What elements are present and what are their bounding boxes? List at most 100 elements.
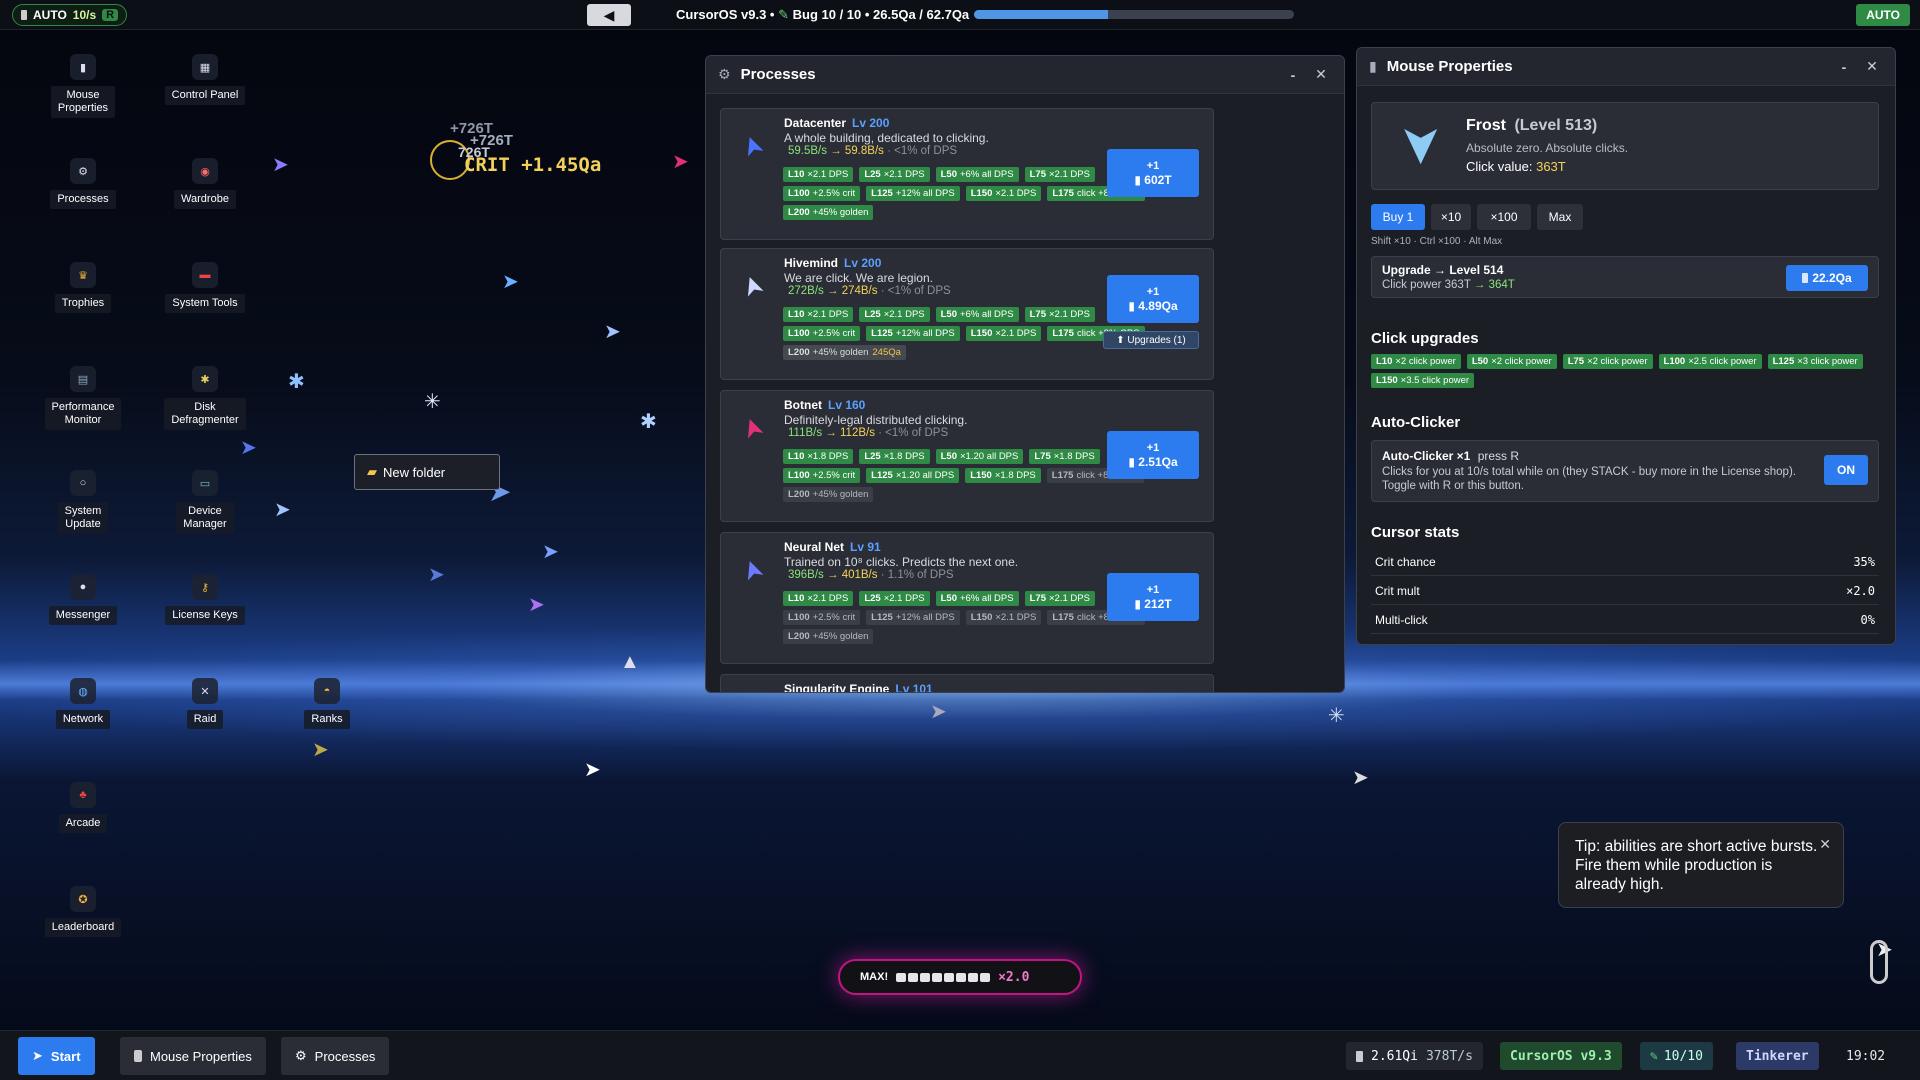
click-upgrade-tag: L75 ×2 click power — [1562, 354, 1653, 369]
buy-100-button[interactable]: ×100 — [1477, 204, 1531, 230]
process-name: Singularity Engine Lv 101 — [784, 682, 933, 692]
puzzle-icon: ✱ — [192, 366, 218, 392]
start-button[interactable]: ➤ Start — [18, 1037, 95, 1075]
cursor-sprite-icon: ➤ — [604, 321, 621, 343]
desktop-icon-ranks[interactable]: ◓ Ranks — [282, 678, 372, 729]
upgrade-buy-button[interactable]: 22.2Qa — [1786, 265, 1868, 291]
trophy-icon: ♛ — [70, 262, 96, 288]
process-upgrades-button[interactable]: ⬆ Upgrades (1) — [1103, 331, 1199, 349]
joystick-icon: ♣ — [70, 782, 96, 808]
process-description: We are click. We are legion. — [784, 271, 933, 285]
minimize-button[interactable]: - — [1282, 67, 1304, 83]
cash-icon — [1802, 273, 1809, 283]
processes-titlebar[interactable]: ⚙ Processes - ✕ — [706, 56, 1344, 94]
cursor-sprite-icon: ➤ — [542, 541, 559, 563]
click-upgrade-tag: L150 ×3.5 click power — [1371, 373, 1475, 388]
desktop-icon-label: Performance Monitor — [44, 398, 122, 430]
new-folder-item[interactable]: ▰ New folder — [354, 454, 500, 490]
milestone-tag: L75 ×2.1 DPS — [1024, 591, 1095, 606]
milestone-tag: L25 ×2.1 DPS — [859, 167, 930, 182]
stat-label: Crit chance — [1375, 554, 1436, 569]
bug-progress-fill — [974, 10, 1109, 19]
desktop-icon-trophies[interactable]: ♛ Trophies — [38, 262, 128, 313]
desktop-icon-performance-monitor[interactable]: ▤ Performance Monitor — [38, 366, 128, 430]
desktop-icon-mouse-properties[interactable]: ▮ Mouse Properties — [38, 54, 128, 118]
os-title: CursorOS v9.3 • — [676, 7, 775, 22]
wardrobe-icon: ◉ — [192, 158, 218, 184]
buy-1-button[interactable]: Buy 1 — [1371, 204, 1425, 230]
paperclip-icon[interactable] — [1870, 940, 1888, 984]
milestone-tag: L100 +2.5% crit — [783, 610, 861, 625]
desktop-icon-messenger[interactable]: ● Messenger — [38, 574, 128, 625]
process-rate: 272B/s → 274B/s · <1% of DPS — [788, 285, 951, 297]
close-button[interactable]: ✕ — [1310, 66, 1332, 83]
desktop-icon-device-manager[interactable]: ▭ Device Manager — [160, 470, 250, 534]
task-mouse-properties[interactable]: Mouse Properties — [120, 1037, 266, 1075]
process-buy-button[interactable]: +1 ▮ 602T — [1107, 149, 1199, 197]
process-buy-button[interactable]: +1 ▮ 212T — [1107, 573, 1199, 621]
process-name: Datacenter Lv 200 — [784, 116, 890, 130]
milestone-tag: L50 +6% all DPS — [935, 307, 1019, 322]
milestone-tag: L50 +6% all DPS — [935, 167, 1019, 182]
upgrade-card: Upgrade → Level 514 Click power 363T → 3… — [1371, 256, 1879, 298]
desktop-icon-label: Disk Defragmenter — [164, 398, 246, 430]
cursor-name: Frost (Level 513) — [1466, 117, 1598, 134]
bug-counter[interactable]: ✎ 10/10 — [1640, 1042, 1713, 1070]
desktop-icon-wardrobe[interactable]: ◉ Wardrobe — [160, 158, 250, 209]
desktop-icon-label: Mouse Properties — [50, 86, 116, 118]
desktop-icon-disk-defragmenter[interactable]: ✱ Disk Defragmenter — [160, 366, 250, 430]
desktop-icon-label: Network — [55, 710, 111, 729]
minimize-button[interactable]: - — [1833, 59, 1855, 75]
ribbon-icon: ✪ — [70, 886, 96, 912]
milestone-tag: L200 +45% golden — [783, 629, 874, 644]
milestone-tags: L10 ×2.1 DPS L25 ×2.1 DPS L50 +6% all DPS L75 ×… — [783, 591, 1153, 644]
desktop-icon-arcade[interactable]: ♣ Arcade — [38, 782, 128, 833]
milestone-tag: L100 +2.5% crit — [783, 326, 861, 341]
milestone-tag: L25 ×1.8 DPS — [859, 449, 930, 464]
auto-toggle-button[interactable]: AUTO — [1856, 4, 1910, 26]
desktop-icon-raid[interactable]: ✕ Raid — [160, 678, 250, 729]
desktop-icon-label: Control Panel — [164, 86, 246, 105]
os-version-badge[interactable]: CursorOS v9.3 — [1500, 1042, 1622, 1070]
update-icon: ○ — [70, 470, 96, 496]
process-description: Definitely-legal distributed clicking. — [784, 413, 968, 427]
process-level: Lv 200 — [844, 256, 882, 270]
buy-max-button[interactable]: Max — [1537, 204, 1583, 230]
desktop-icon-license-keys[interactable]: ⚷ License Keys — [160, 574, 250, 625]
cursor-sprite-icon: ➤ — [502, 271, 519, 293]
desktop-icon-system-tools[interactable]: ▬ System Tools — [160, 262, 250, 313]
auto-clicker-indicator[interactable]: AUTO 10/s R — [12, 4, 128, 26]
process-name: Neural Net Lv 91 — [784, 540, 881, 554]
milestone-tag: L75 ×2.1 DPS — [1024, 167, 1095, 182]
desktop-icon-label: Processes — [50, 190, 116, 209]
task-processes[interactable]: ⚙ Processes — [281, 1037, 390, 1075]
auto-clicker-toggle[interactable]: ON — [1824, 455, 1868, 485]
desktop-icon-system-update[interactable]: ○ System Update — [38, 470, 128, 534]
mouse-properties-titlebar[interactable]: ▮ Mouse Properties - ✕ — [1357, 48, 1895, 86]
process-buy-button[interactable]: +1 ▮ 4.89Qa — [1107, 275, 1199, 323]
cursor-sprite-icon: ➤ — [312, 739, 329, 761]
desktop-icon-network[interactable]: ◍ Network — [38, 678, 128, 729]
balance: 2.61Qi — [1371, 1048, 1418, 1064]
process-card: ➤ Singularity EngineLv 101 — [720, 674, 1214, 692]
desktop-icon-processes[interactable]: ⚙ Processes — [38, 158, 128, 209]
cursor-sprite-icon: ✳ — [1328, 705, 1345, 727]
bug-progress-bar — [974, 10, 1294, 19]
balance-display: 2.61Qi 378T/s — [1346, 1042, 1483, 1070]
milestone-tag: L125 +12% all DPS — [866, 610, 960, 625]
buy-hint: Shift ×10 · Ctrl ×100 · Alt Max — [1371, 236, 1503, 247]
milestone-tags: L10 ×2.1 DPS L25 ×2.1 DPS L50 +6% all DPS L75 ×… — [783, 167, 1153, 220]
rank-badge[interactable]: Tinkerer — [1736, 1042, 1819, 1070]
process-list[interactable]: ➤ Datacenter Lv 200 A whole building, dedic… — [706, 94, 1344, 692]
process-buy-button[interactable]: +1 ▮ 2.51Qa — [1107, 431, 1199, 479]
close-button[interactable]: ✕ — [1861, 58, 1883, 75]
back-button[interactable]: ◀ — [587, 4, 631, 26]
auto-clicker-card: Auto-Clicker ×1 press R Clicks for you a… — [1371, 440, 1879, 502]
mouse-icon — [134, 1050, 142, 1062]
neural-cursor-icon: ➤ — [734, 555, 771, 586]
desktop-icon-leaderboard[interactable]: ✪ Leaderboard — [38, 886, 128, 937]
close-icon[interactable]: ✕ — [1819, 835, 1831, 854]
auto-label: AUTO — [33, 8, 67, 22]
desktop-icon-control-panel[interactable]: ▦ Control Panel — [160, 54, 250, 105]
buy-10-button[interactable]: ×10 — [1431, 204, 1471, 230]
